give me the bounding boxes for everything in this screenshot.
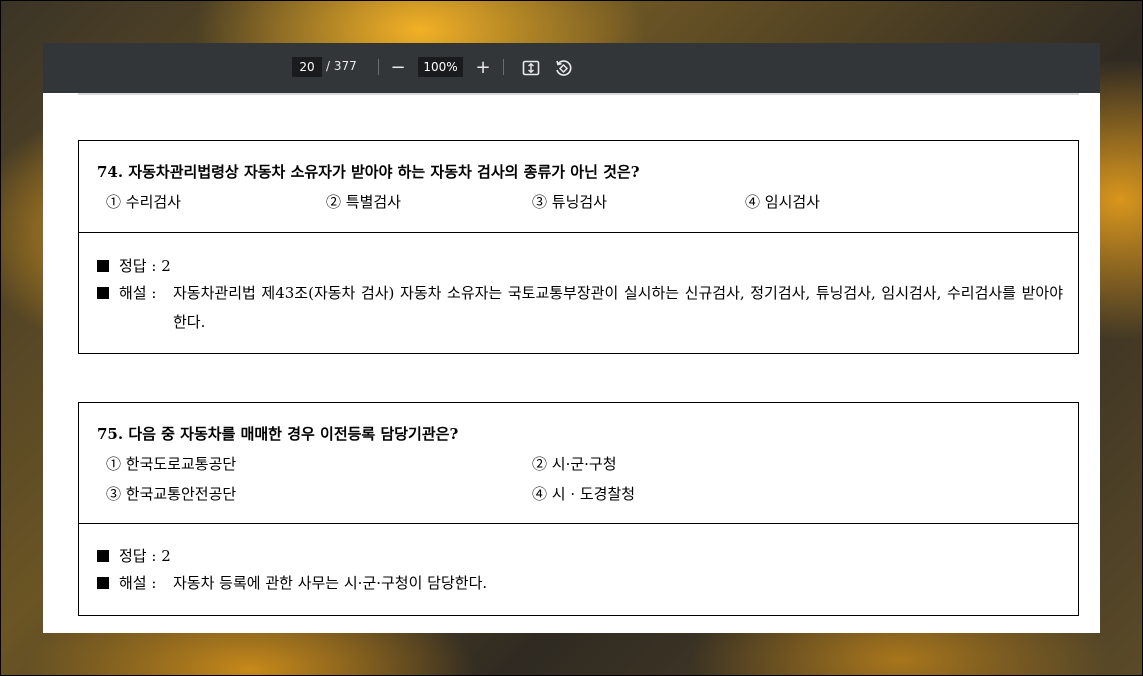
- rotate-icon: [556, 60, 572, 76]
- square-bullet-icon: [97, 260, 109, 272]
- zoom-in-button[interactable]: +: [471, 56, 495, 80]
- explanation: 해설 : 자동차 등록에 관한 사무는 시·군·구청이 담당한다.: [97, 569, 1067, 601]
- option-3: ③ 한국교통안전공단: [106, 485, 237, 503]
- explanation-label: 해설 :: [119, 284, 157, 302]
- square-bullet-icon: [97, 550, 109, 562]
- option-4: ④ 임시검사: [745, 193, 820, 211]
- question-card-75: 75. 다음 중 자동차를 매매한 경우 이전등록 담당기관은? ① 한국도로교…: [78, 402, 1079, 616]
- explanation-text: 자동차관리법 제43조(자동차 검사) 자동차 소유자는 국토교통부장관이 실시…: [173, 284, 1063, 331]
- answer-line: 정답 : 2: [97, 255, 171, 276]
- pdf-toolbar: / 377 − 100% +: [43, 43, 1100, 93]
- page-number-input[interactable]: [292, 57, 322, 77]
- question-section: 75. 다음 중 자동차를 매매한 경우 이전등록 담당기관은? ① 한국도로교…: [79, 403, 1078, 524]
- question-section: 74. 자동차관리법령상 자동차 소유자가 받아야 하는 자동차 검사의 종류가…: [79, 141, 1078, 233]
- option-1: ① 한국도로교통공단: [106, 455, 237, 473]
- page-total: / 377: [326, 59, 357, 73]
- option-2: ② 특별검사: [326, 193, 401, 211]
- zoom-level-input[interactable]: 100%: [418, 57, 463, 77]
- explanation-label: 해설 :: [119, 574, 157, 592]
- fit-page-button[interactable]: [519, 56, 543, 80]
- page-edge: [78, 93, 1079, 95]
- question-card-74: 74. 자동차관리법령상 자동차 소유자가 받아야 하는 자동차 검사의 종류가…: [78, 140, 1079, 354]
- zoom-out-button[interactable]: −: [386, 56, 410, 80]
- option-3: ③ 튜닝검사: [532, 193, 607, 211]
- plus-icon: +: [475, 57, 491, 78]
- toolbar-divider: [378, 59, 379, 75]
- option-2: ② 시·군·구청: [532, 455, 617, 473]
- answer-text: 정답 : 2: [119, 547, 171, 565]
- square-bullet-icon: [97, 577, 109, 589]
- option-4: ④ 시 · 도경찰청: [532, 485, 636, 503]
- fit-page-icon: [522, 60, 540, 76]
- toolbar-divider: [503, 59, 504, 75]
- rotate-button[interactable]: [551, 56, 575, 80]
- minus-icon: −: [390, 57, 406, 78]
- answer-line: 정답 : 2: [97, 545, 171, 566]
- question-title: 75. 다음 중 자동차를 매매한 경우 이전등록 담당기관은?: [97, 425, 459, 443]
- pdf-viewer: / 377 − 100% + 74. 자동차관리법령상 자동차 소유자가: [43, 43, 1100, 633]
- option-1: ① 수리검사: [106, 193, 181, 211]
- explanation-text: 자동차 등록에 관한 사무는 시·군·구청이 담당한다.: [173, 574, 488, 592]
- square-bullet-icon: [97, 287, 109, 299]
- question-title: 74. 자동차관리법령상 자동차 소유자가 받아야 하는 자동차 검사의 종류가…: [97, 163, 640, 181]
- answer-text: 정답 : 2: [119, 257, 171, 275]
- explanation: 해설 : 자동차관리법 제43조(자동차 검사) 자동차 소유자는 국토교통부장…: [97, 279, 1067, 339]
